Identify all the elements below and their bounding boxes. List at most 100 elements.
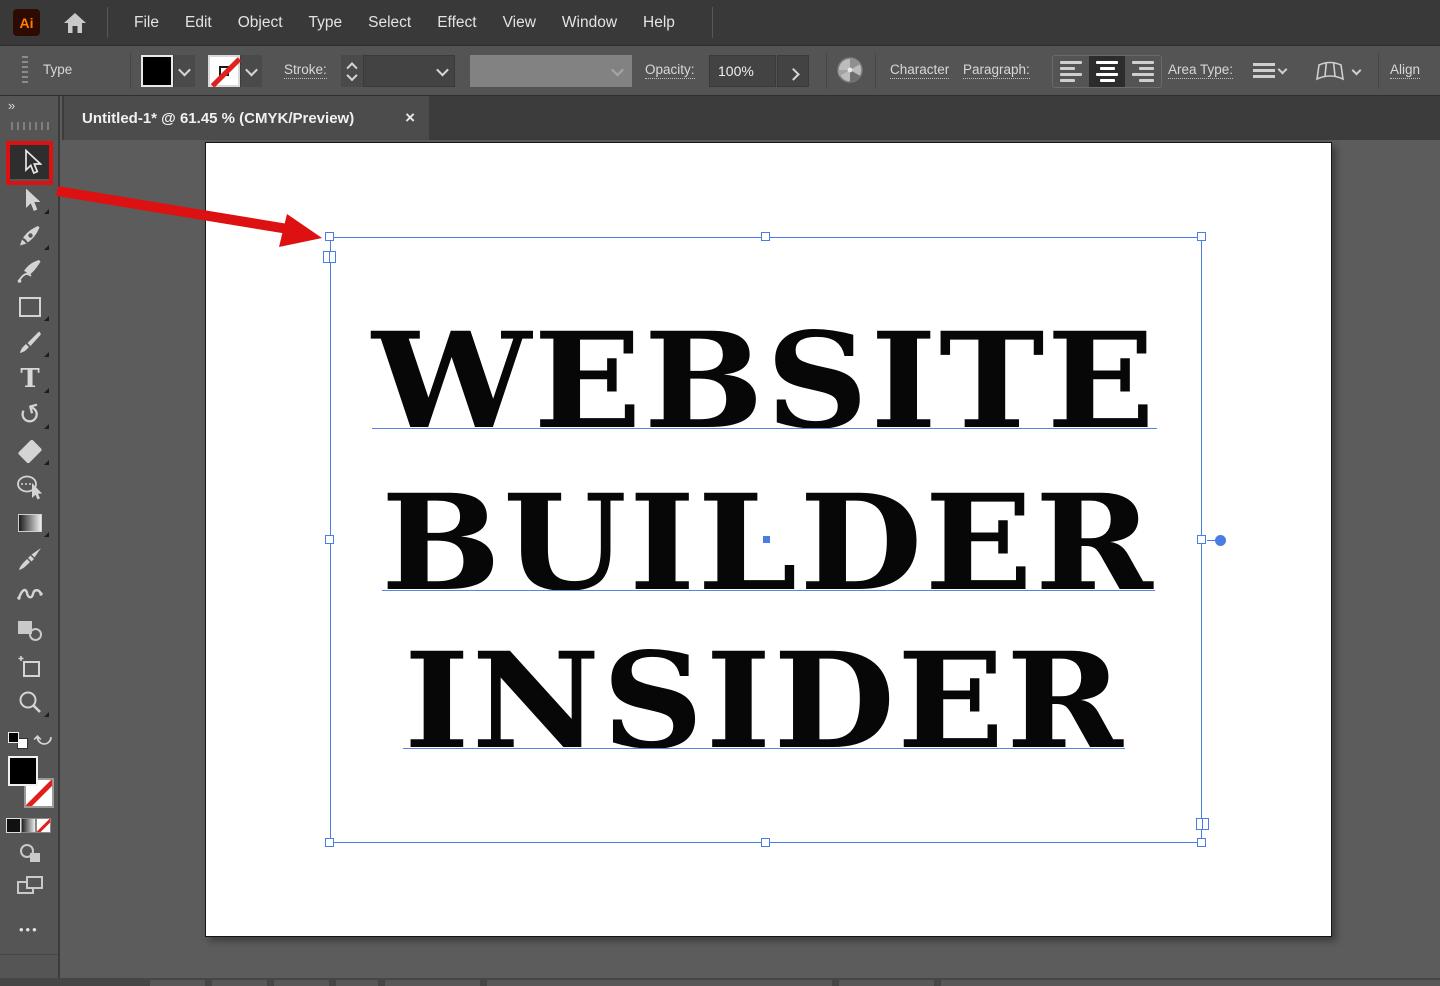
color-button[interactable] — [6, 818, 21, 833]
align-link[interactable]: Align — [1390, 62, 1420, 79]
none-slash-icon — [211, 57, 241, 87]
selection-handle[interactable] — [325, 232, 334, 241]
menu-edit[interactable]: Edit — [172, 0, 225, 45]
separator — [1378, 53, 1379, 89]
stroke-color-widget — [208, 55, 262, 87]
lines-icon — [1253, 63, 1275, 78]
document-tab[interactable]: Untitled-1* @ 61.45 % (CMYK/Preview) × — [64, 96, 429, 140]
fill-color-dropdown[interactable] — [173, 55, 195, 87]
edit-toolbar-button[interactable]: ••• — [19, 922, 39, 937]
paragraph-link[interactable]: Paragraph: — [963, 62, 1030, 79]
separator — [826, 53, 827, 89]
selection-handle[interactable] — [761, 232, 770, 241]
eraser-tool[interactable] — [8, 434, 52, 468]
menu-select[interactable]: Select — [355, 0, 424, 45]
chevron-down-icon — [436, 63, 449, 76]
menu-items: File Edit Object Type Select Effect View… — [121, 0, 688, 45]
align-center-button[interactable] — [1089, 56, 1125, 87]
default-fill-stroke-icon[interactable] — [8, 732, 28, 749]
width-profile-dropdown — [470, 55, 632, 87]
text-anchor-handle[interactable] — [1196, 818, 1209, 830]
align-right-button[interactable] — [1125, 56, 1161, 87]
menu-help[interactable]: Help — [630, 0, 688, 45]
none-button[interactable] — [36, 818, 51, 833]
selection-handle[interactable] — [1197, 232, 1206, 241]
shape-builder-tool[interactable] — [8, 470, 52, 504]
puppet-warp-tool[interactable] — [8, 577, 52, 611]
direct-selection-arrow-icon — [18, 187, 42, 213]
eyedropper-icon — [17, 546, 43, 572]
chevron-down-icon — [178, 63, 191, 76]
rotate-icon: ↺ — [16, 399, 45, 431]
curvature-tool[interactable] — [8, 254, 52, 288]
align-center-icon — [1096, 61, 1118, 64]
menu-type[interactable]: Type — [296, 0, 356, 45]
blend-tool[interactable] — [8, 614, 52, 648]
draw-mode-button[interactable] — [20, 844, 40, 862]
control-bar: Type Stroke: Opacity: 100% — [0, 45, 1440, 96]
pen-tool[interactable] — [8, 219, 52, 253]
type-tool[interactable]: T — [8, 362, 52, 396]
selection-handle[interactable] — [1197, 838, 1206, 847]
opacity-arrow-button[interactable] — [777, 55, 809, 87]
gradient-button[interactable] — [21, 818, 36, 833]
chevron-down-icon — [1278, 64, 1288, 74]
divider — [0, 954, 58, 955]
tools-panel: » — [0, 96, 60, 986]
home-icon — [62, 11, 88, 35]
area-type-label[interactable]: Area Type: — [1168, 62, 1233, 79]
swap-fill-stroke-icon[interactable]: ⤸ — [33, 735, 53, 745]
selection-handle[interactable] — [1197, 535, 1206, 544]
paragraph-align-group — [1052, 55, 1162, 88]
artboard-icon — [17, 654, 43, 680]
tab-close-button[interactable]: × — [405, 108, 415, 128]
menu-view[interactable]: View — [490, 0, 549, 45]
selection-handle[interactable] — [325, 838, 334, 847]
fill-color-swatch[interactable] — [141, 55, 173, 87]
area-type-conversion-widget[interactable] — [1215, 535, 1226, 546]
opacity-input[interactable]: 100% — [709, 55, 776, 87]
selection-handle[interactable] — [325, 535, 334, 544]
stroke-weight-dropdown[interactable] — [363, 55, 455, 87]
taskbar-sliver — [0, 978, 1440, 986]
fill-swatch[interactable] — [8, 756, 38, 786]
home-button[interactable] — [60, 8, 90, 37]
app-logo-icon[interactable]: Ai — [13, 9, 40, 36]
stroke-label[interactable]: Stroke: — [284, 62, 327, 79]
character-link[interactable]: Character — [890, 62, 949, 79]
opacity-label[interactable]: Opacity: — [645, 62, 695, 79]
shape-builder-icon — [16, 474, 44, 500]
rectangle-tool[interactable] — [8, 290, 52, 324]
stroke-color-dropdown[interactable] — [240, 55, 262, 87]
menu-effect[interactable]: Effect — [424, 0, 489, 45]
panel-grip[interactable] — [11, 122, 49, 130]
align-left-button[interactable] — [1053, 56, 1089, 87]
recolor-artwork-icon — [836, 56, 864, 84]
gradient-tool[interactable] — [8, 506, 52, 540]
recolor-artwork-button[interactable] — [836, 56, 864, 89]
gradient-icon — [18, 514, 42, 532]
stroke-weight-stepper[interactable] — [341, 55, 363, 87]
panel-grip[interactable] — [22, 56, 28, 86]
text-anchor-handle[interactable] — [323, 251, 336, 263]
eyedropper-tool[interactable] — [8, 542, 52, 576]
screen-mode-button[interactable] — [17, 876, 43, 896]
stroke-color-swatch[interactable] — [208, 55, 240, 87]
rotate-tool[interactable]: ↺ — [8, 398, 52, 432]
zoom-tool[interactable] — [8, 686, 52, 720]
area-type-options-button[interactable] — [1253, 63, 1286, 78]
artboard-tool[interactable] — [8, 650, 52, 684]
menu-file[interactable]: File — [121, 0, 172, 45]
menubar-separator — [107, 7, 108, 38]
menu-window[interactable]: Window — [549, 0, 630, 45]
envelope-distort-button[interactable] — [1315, 59, 1360, 85]
direct-selection-tool[interactable] — [8, 183, 52, 217]
selection-handle[interactable] — [761, 838, 770, 847]
menu-object[interactable]: Object — [225, 0, 296, 45]
zoom-icon — [17, 690, 43, 716]
eraser-icon — [18, 439, 43, 464]
paintbrush-tool[interactable] — [8, 326, 52, 360]
type-icon: T — [20, 366, 39, 392]
warp-icon — [1315, 59, 1345, 85]
panel-expand-button[interactable]: » — [8, 98, 16, 113]
